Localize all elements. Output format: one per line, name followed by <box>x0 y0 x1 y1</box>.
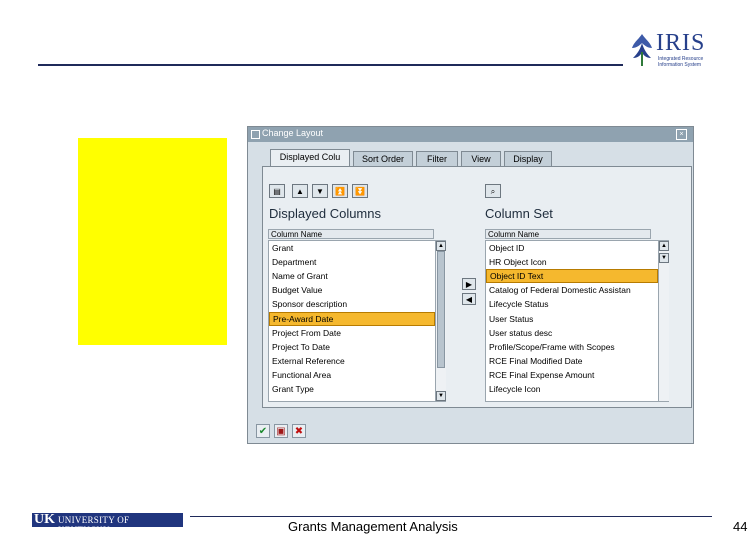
tab-content: ▤ ▲ ▼ ⏫ ⏬ ⌕ Displayed Columns Column Set… <box>262 166 692 408</box>
university-name: UNIVERSITY OF KENTUCKY <box>58 515 130 535</box>
list-item[interactable]: HR Object Icon <box>486 255 658 269</box>
logo-text: IRIS <box>656 30 706 56</box>
cancel-x-icon[interactable]: ✖ <box>292 424 306 438</box>
close-icon[interactable]: × <box>676 129 687 140</box>
window-icon <box>251 130 260 139</box>
header-rule <box>38 64 623 66</box>
change-layout-dialog: Change Layout × Displayed Colu Sort Orde… <box>247 126 694 444</box>
scroll-down-icon[interactable]: ▼ <box>436 391 446 401</box>
list-item[interactable]: RCE Final Expense Amount <box>486 368 658 382</box>
list-item[interactable]: Object ID <box>486 241 658 255</box>
right-column-header[interactable]: Column Name <box>485 229 651 239</box>
list-item[interactable]: Profile/Scope/Frame with Scopes <box>486 340 658 354</box>
list-item[interactable]: Catalog of Federal Domestic Assistan <box>486 283 658 297</box>
list-item[interactable]: Budget Value <box>269 283 435 297</box>
list-item[interactable]: Lifecycle Status <box>486 297 658 311</box>
list-item[interactable]: Sponsor description <box>269 297 435 311</box>
move-right-button[interactable]: ▶ <box>462 278 476 290</box>
list-item[interactable]: User status desc <box>486 326 658 340</box>
list-item[interactable]: User Status <box>486 312 658 326</box>
displayed-columns-title: Displayed Columns <box>269 206 381 221</box>
dialog-titlebar: Change Layout × <box>248 127 693 142</box>
scroll-up-icon[interactable]: ▲ <box>436 241 446 251</box>
highlight-block <box>78 138 227 345</box>
save-icon[interactable]: ▣ <box>274 424 288 438</box>
logo-subtitle: Integrated Resource Information System <box>658 56 704 68</box>
column-set-list: Object ID HR Object Icon Object ID Text … <box>485 240 669 402</box>
tab-sort-order[interactable]: Sort Order <box>353 151 413 166</box>
iris-logo: IRIS Integrated Resource Information Sys… <box>628 28 708 70</box>
list-item[interactable]: Grant <box>269 241 435 255</box>
displayed-columns-list: Grant Department Name of Grant Budget Va… <box>268 240 446 402</box>
scroll-up-icon[interactable]: ▲ <box>659 241 669 251</box>
list-item[interactable]: Name of Grant <box>269 269 435 283</box>
list-item[interactable]: Grant Type <box>269 382 435 396</box>
move-up-button[interactable]: ▲ <box>292 184 308 198</box>
move-left-button[interactable]: ◀ <box>462 293 476 305</box>
tab-view[interactable]: View <box>461 151 501 166</box>
left-column-header[interactable]: Column Name <box>268 229 434 239</box>
move-top-button[interactable]: ⏫ <box>332 184 348 198</box>
list-item[interactable]: External Reference <box>269 354 435 368</box>
uk-logo: UK UNIVERSITY OF KENTUCKY <box>32 512 183 535</box>
column-set-title: Column Set <box>485 206 553 221</box>
tab-filter[interactable]: Filter <box>416 151 458 166</box>
find-icon[interactable]: ⌕ <box>485 184 501 198</box>
dialog-title: Change Layout <box>262 128 324 138</box>
uk-logo-mark: UK <box>34 512 55 527</box>
list-item[interactable]: RCE Final Modified Date <box>486 354 658 368</box>
details-icon[interactable]: ▤ <box>269 184 285 198</box>
confirm-check-icon[interactable]: ✔ <box>256 424 270 438</box>
iris-flower-icon <box>632 34 652 66</box>
scroll-down-icon[interactable]: ▼ <box>659 253 669 263</box>
footer-rule <box>190 516 712 517</box>
tab-displayed-columns[interactable]: Displayed Colu <box>270 149 350 167</box>
footer-title: Grants Management Analysis <box>288 519 458 534</box>
list-item[interactable]: Department <box>269 255 435 269</box>
list-item[interactable]: Functional Area <box>269 368 435 382</box>
tab-display[interactable]: Display <box>504 151 552 166</box>
page-number: 44 <box>733 519 748 534</box>
list-item[interactable]: Project To Date <box>269 340 435 354</box>
move-down-button[interactable]: ▼ <box>312 184 328 198</box>
scroll-thumb[interactable] <box>437 251 445 368</box>
list-item[interactable]: Project From Date <box>269 326 435 340</box>
move-bottom-button[interactable]: ⏬ <box>352 184 368 198</box>
left-scrollbar[interactable]: ▲ ▼ <box>435 241 446 401</box>
list-item-selected[interactable]: Pre-Award Date <box>269 312 435 326</box>
list-item-selected[interactable]: Object ID Text <box>486 269 658 283</box>
right-scrollbar[interactable]: ▲ ▼ <box>658 241 669 401</box>
list-item[interactable]: Lifecycle Icon <box>486 382 658 396</box>
